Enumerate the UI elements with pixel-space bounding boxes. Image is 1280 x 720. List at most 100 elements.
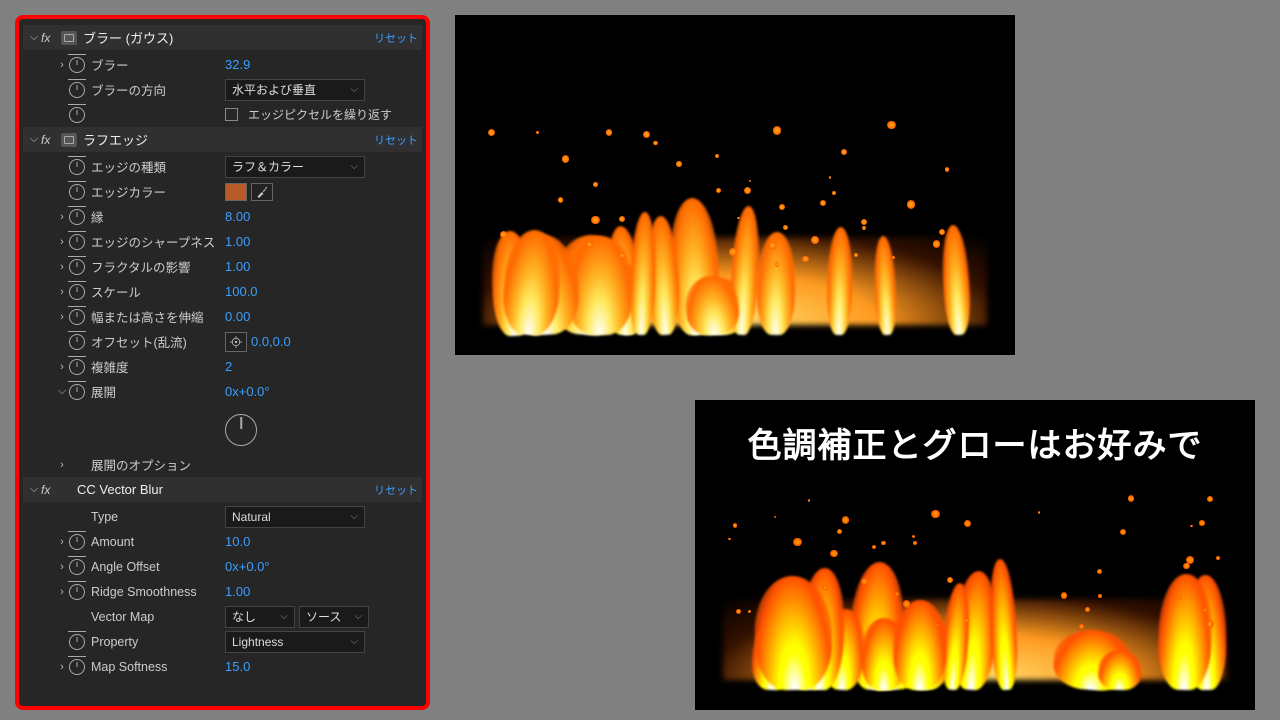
prop-value[interactable]: 0x+0.0°: [225, 384, 270, 399]
chevron-right-icon[interactable]: ›: [55, 586, 69, 598]
vector-map-dropdown[interactable]: なし ⌵: [225, 606, 295, 628]
prop-label: Type: [91, 510, 221, 524]
stopwatch-icon[interactable]: [69, 384, 85, 400]
chevron-right-icon[interactable]: ›: [55, 286, 69, 298]
type-dropdown[interactable]: Natural ⌵: [225, 506, 365, 528]
stopwatch-icon[interactable]: [69, 584, 85, 600]
prop-offset-turbulence: オフセット(乱流) 0.0,0.0: [23, 329, 422, 354]
chevron-down-icon: ⌵: [354, 611, 362, 622]
chevron-down-icon[interactable]: ⌵: [27, 133, 41, 146]
reset-link[interactable]: リセット: [374, 132, 418, 148]
stopwatch-icon[interactable]: [69, 284, 85, 300]
chevron-right-icon[interactable]: ›: [55, 536, 69, 548]
prop-value[interactable]: 0.00: [225, 309, 250, 324]
prop-value[interactable]: 100.0: [225, 284, 258, 299]
angle-dial[interactable]: [225, 414, 257, 446]
stopwatch-icon[interactable]: [69, 184, 85, 200]
chevron-right-icon[interactable]: ›: [55, 459, 69, 471]
prop-label: Vector Map: [91, 610, 221, 624]
prop-stretch: › 幅または高さを伸縮 0.00: [23, 304, 422, 329]
prop-value[interactable]: 32.9: [225, 57, 250, 72]
chevron-right-icon[interactable]: ›: [55, 261, 69, 273]
prop-label: Ridge Smoothness: [91, 585, 221, 599]
prop-label: 展開: [91, 382, 221, 401]
prop-label: エッジカラー: [91, 182, 221, 201]
stopwatch-icon[interactable]: [69, 159, 85, 175]
prop-label: Amount: [91, 535, 221, 549]
prop-value[interactable]: 0x+0.0°: [225, 559, 270, 574]
reset-link[interactable]: リセット: [374, 30, 418, 46]
stopwatch-icon[interactable]: [69, 57, 85, 73]
chevron-down-icon: ⌵: [350, 84, 358, 95]
prop-edge-sharpness: › エッジのシャープネス 1.00: [23, 229, 422, 254]
prop-angle-offset: › Angle Offset 0x+0.0°: [23, 554, 422, 579]
prop-vector-map: Vector Map なし ⌵ ソース ⌵: [23, 604, 422, 629]
effect-header-cc-vector-blur[interactable]: ⌵ fx CC Vector Blur リセット: [23, 477, 422, 502]
prop-label: 幅または高さを伸縮: [91, 307, 221, 326]
prop-value[interactable]: 1.00: [225, 259, 250, 274]
prop-value[interactable]: 1.00: [225, 584, 250, 599]
fx-badge: fx: [41, 483, 61, 497]
prop-property: Property Lightness ⌵: [23, 629, 422, 654]
prop-complexity: › 複雑度 2: [23, 354, 422, 379]
prop-scale: › スケール 100.0: [23, 279, 422, 304]
chevron-right-icon[interactable]: ›: [55, 311, 69, 323]
edge-color-swatch[interactable]: [225, 183, 247, 201]
stopwatch-icon[interactable]: [69, 559, 85, 575]
effect-header-roughen-edges[interactable]: ⌵ fx ラフエッジ リセット: [23, 127, 422, 152]
prop-value[interactable]: 15.0: [225, 659, 250, 674]
stopwatch-icon[interactable]: [69, 107, 85, 123]
stopwatch-icon[interactable]: [69, 334, 85, 350]
stopwatch-icon[interactable]: [69, 209, 85, 225]
prop-value[interactable]: 1.00: [225, 234, 250, 249]
prop-blur: › ブラー 32.9: [23, 52, 422, 77]
prop-value[interactable]: 0.0,0.0: [251, 334, 291, 349]
chevron-right-icon[interactable]: ›: [55, 59, 69, 71]
eyedropper-icon[interactable]: [251, 183, 273, 201]
prop-edge-color: エッジカラー: [23, 179, 422, 204]
preview-top: [455, 15, 1015, 355]
chevron-right-icon[interactable]: ›: [55, 211, 69, 223]
preview-bottom: 色調補正とグローはお好みで: [695, 400, 1255, 710]
prop-amount: › Amount 10.0: [23, 529, 422, 554]
prop-label: Angle Offset: [91, 560, 221, 574]
stopwatch-icon[interactable]: [69, 82, 85, 98]
prop-blur-direction: ブラーの方向 水平および垂直 ⌵: [23, 77, 422, 102]
prop-value[interactable]: 10.0: [225, 534, 250, 549]
preset-icon[interactable]: [61, 133, 77, 147]
prop-label: Property: [91, 635, 221, 649]
effect-name: CC Vector Blur: [77, 482, 374, 497]
chevron-right-icon[interactable]: ›: [55, 561, 69, 573]
chevron-down-icon[interactable]: ⌵: [27, 483, 41, 496]
prop-value[interactable]: 8.00: [225, 209, 250, 224]
fire-graphic: [455, 114, 1015, 335]
prop-type: Type Natural ⌵: [23, 504, 422, 529]
stopwatch-icon[interactable]: [69, 634, 85, 650]
stopwatch-icon[interactable]: [69, 234, 85, 250]
chevron-right-icon[interactable]: ›: [55, 361, 69, 373]
prop-evolution-options: › 展開のオプション: [23, 452, 422, 477]
prop-ridge-smoothness: › Ridge Smoothness 1.00: [23, 579, 422, 604]
preset-icon[interactable]: [61, 31, 77, 45]
property-dropdown[interactable]: Lightness ⌵: [225, 631, 365, 653]
chevron-down-icon[interactable]: ⌵: [27, 31, 41, 44]
stopwatch-icon[interactable]: [69, 259, 85, 275]
crosshair-icon[interactable]: [225, 332, 247, 352]
effect-header-gaussian-blur[interactable]: ⌵ fx ブラー (ガウス) リセット: [23, 25, 422, 50]
fx-badge: fx: [41, 31, 61, 45]
prop-label: 縁: [91, 207, 221, 226]
stopwatch-icon[interactable]: [69, 659, 85, 675]
prop-value[interactable]: 2: [225, 359, 232, 374]
stopwatch-icon[interactable]: [69, 534, 85, 550]
reset-link[interactable]: リセット: [374, 482, 418, 498]
repeat-edge-checkbox[interactable]: [225, 108, 238, 121]
prop-label: スケール: [91, 282, 221, 301]
stopwatch-icon[interactable]: [69, 309, 85, 325]
direction-dropdown[interactable]: 水平および垂直 ⌵: [225, 79, 365, 101]
chevron-down-icon[interactable]: ⌵: [55, 385, 69, 398]
stopwatch-icon[interactable]: [69, 359, 85, 375]
edge-type-dropdown[interactable]: ラフ＆カラー ⌵: [225, 156, 365, 178]
vector-map-source-dropdown[interactable]: ソース ⌵: [299, 606, 369, 628]
chevron-right-icon[interactable]: ›: [55, 236, 69, 248]
chevron-right-icon[interactable]: ›: [55, 661, 69, 673]
